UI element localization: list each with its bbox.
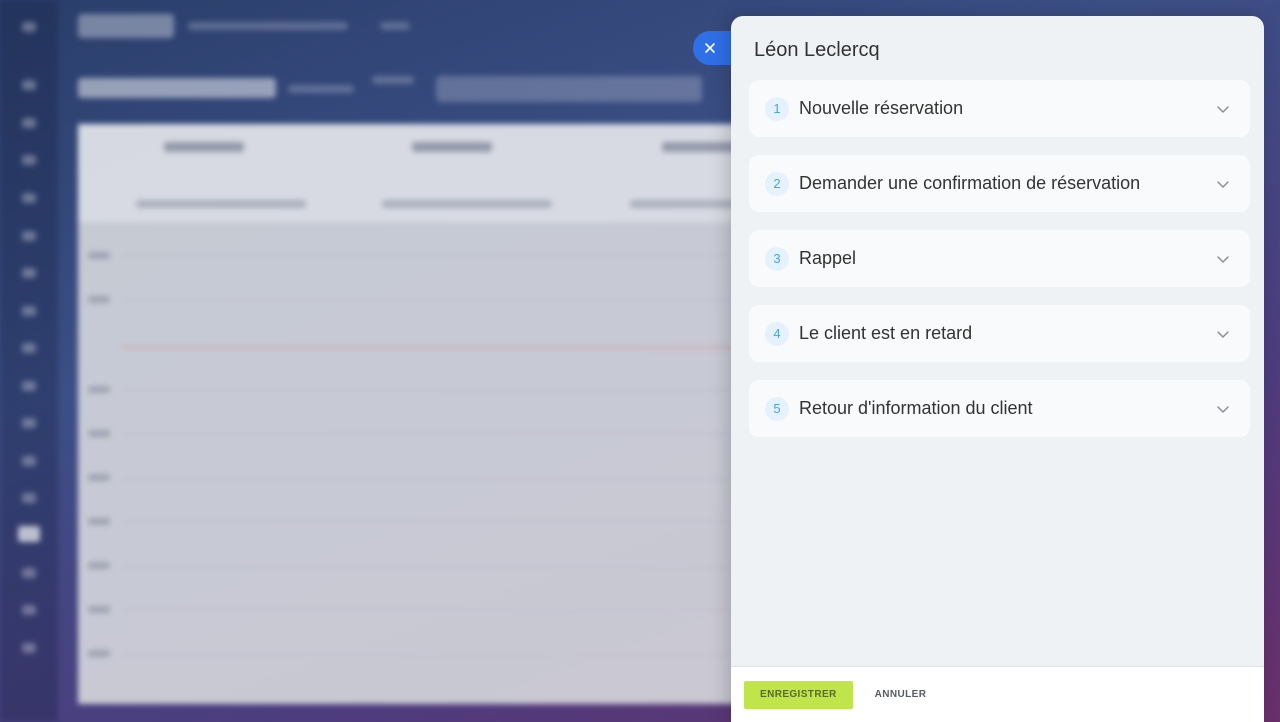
step-item-5[interactable]: 5 Retour d'information du client [749, 380, 1250, 437]
step-item-1[interactable]: 1 Nouvelle réservation [749, 80, 1250, 137]
step-label: Nouvelle réservation [799, 98, 964, 118]
panel-title: Léon Leclercq [754, 39, 880, 61]
chevron-down-icon [1217, 405, 1229, 413]
contact-panel: Léon Leclercq 1 Nouvelle réservation 2 D… [731, 16, 1264, 722]
step-label: Rappel [799, 248, 857, 268]
cancel-button[interactable]: ANNULER [861, 681, 941, 709]
background-page-title [78, 78, 276, 98]
panel-footer: ENREGISTRER ANNULER [731, 666, 1264, 722]
step-number: 2 [765, 171, 789, 196]
background-nav-rail [0, 0, 58, 722]
save-button[interactable]: ENREGISTRER [744, 680, 853, 709]
step-number: 5 [765, 396, 789, 421]
background-search [436, 76, 702, 102]
step-label: Retour d'information du client [799, 398, 1033, 418]
step-label: Demander une confirmation de réservation [799, 173, 1141, 193]
chevron-down-icon [1217, 180, 1229, 188]
step-number: 3 [765, 246, 789, 271]
step-item-3[interactable]: 3 Rappel [749, 230, 1250, 287]
step-number: 4 [765, 321, 789, 346]
chevron-down-icon [1217, 255, 1229, 263]
steps-list: 1 Nouvelle réservation 2 Demander une co… [749, 80, 1250, 455]
chevron-down-icon [1217, 105, 1229, 113]
step-item-2[interactable]: 2 Demander une confirmation de réservati… [749, 155, 1250, 212]
chevron-down-icon [1217, 330, 1229, 338]
step-number: 1 [765, 96, 789, 121]
background-topbar [78, 14, 718, 38]
step-label: Le client est en retard [799, 323, 973, 343]
background-schedule-table [78, 124, 800, 704]
close-icon [705, 43, 715, 53]
step-item-4[interactable]: 4 Le client est en retard [749, 305, 1250, 362]
